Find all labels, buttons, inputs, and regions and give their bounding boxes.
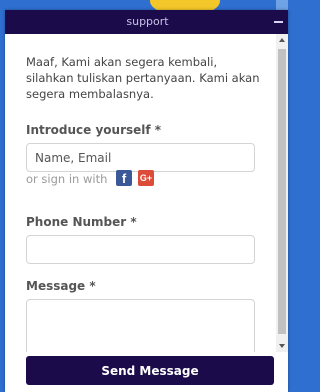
signin-text: or sign in with — [26, 172, 108, 186]
widget-footer: Send Message — [5, 352, 288, 392]
send-message-button[interactable]: Send Message — [26, 356, 274, 385]
form-content: Maaf, Kami akan segera kembali, silahkan… — [5, 34, 276, 352]
widget-title: support — [126, 15, 169, 28]
scroll-thumb[interactable] — [278, 49, 286, 334]
widget-header[interactable]: support — [5, 10, 288, 34]
message-label: Message * — [26, 279, 96, 293]
minimize-icon[interactable] — [272, 10, 286, 34]
form-scrollbar[interactable] — [276, 34, 288, 352]
phone-number-input[interactable] — [26, 235, 255, 264]
introduce-label: Introduce yourself * — [26, 123, 162, 137]
facebook-icon[interactable]: f — [116, 170, 132, 186]
intro-text: Maaf, Kami akan segera kembali, silahkan… — [26, 55, 260, 101]
scroll-down-icon[interactable] — [279, 344, 285, 348]
google-plus-icon[interactable]: G+ — [138, 170, 154, 186]
phone-label: Phone Number * — [26, 215, 137, 229]
support-chat-widget: support Maaf, Kami akan segera kembali, … — [5, 10, 288, 392]
scroll-up-icon[interactable] — [279, 38, 285, 42]
name-email-input[interactable] — [26, 143, 255, 172]
message-textarea[interactable] — [26, 299, 255, 352]
